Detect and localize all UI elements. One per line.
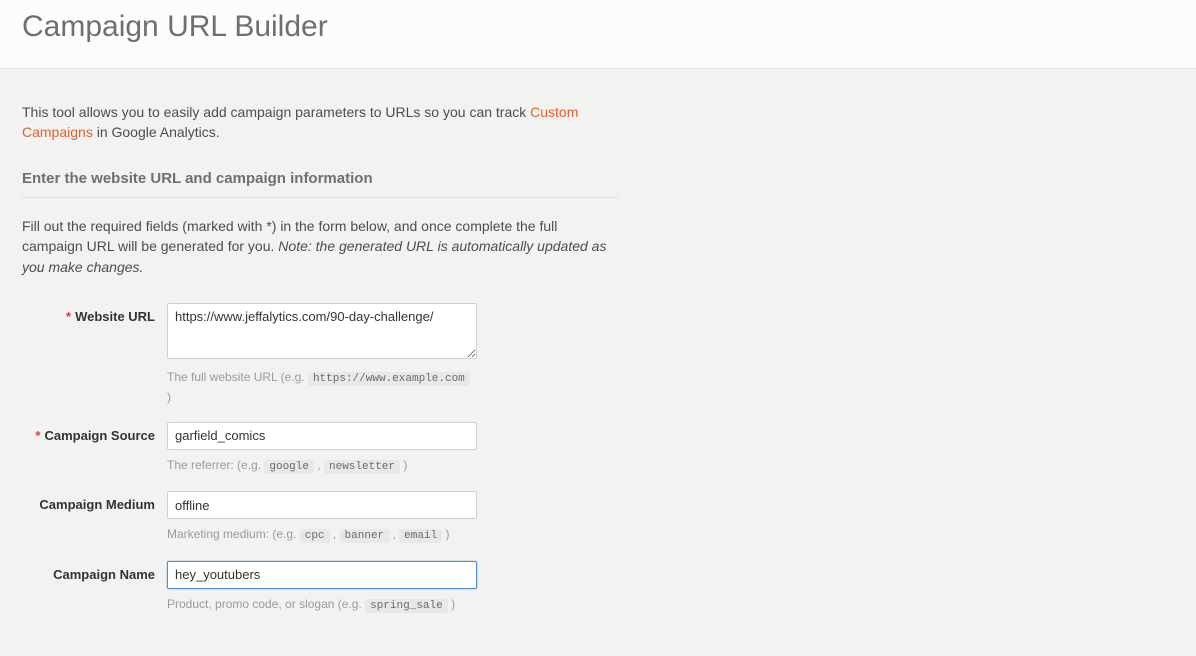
hint-campaign-source: The referrer: (e.g. google , newsletter … [167, 456, 477, 476]
website-url-input[interactable] [167, 303, 477, 359]
field-campaign-name: Product, promo code, or slogan (e.g. spr… [167, 561, 477, 615]
intro-prefix: This tool allows you to easily add campa… [22, 104, 530, 120]
intro-text: This tool allows you to easily add campa… [22, 103, 618, 142]
field-website-url: The full website URL (e.g. https://www.e… [167, 303, 477, 406]
campaign-medium-input[interactable] [167, 491, 477, 519]
label-text: Campaign Medium [39, 497, 155, 512]
header: Campaign URL Builder [0, 0, 1196, 69]
field-campaign-source: The referrer: (e.g. google , newsletter … [167, 422, 477, 476]
label-website-url: * Website URL [22, 303, 167, 324]
page-title: Campaign URL Builder [22, 10, 1174, 44]
label-campaign-name: Campaign Name [22, 561, 167, 582]
label-campaign-source: * Campaign Source [22, 422, 167, 443]
label-text: Website URL [75, 309, 155, 324]
row-campaign-medium: Campaign Medium Marketing medium: (e.g. … [22, 491, 618, 545]
label-text: Campaign Name [53, 567, 155, 582]
label-text: Campaign Source [44, 428, 155, 443]
field-campaign-medium: Marketing medium: (e.g. cpc , banner , e… [167, 491, 477, 545]
hint-campaign-name: Product, promo code, or slogan (e.g. spr… [167, 595, 477, 615]
row-campaign-name: Campaign Name Product, promo code, or sl… [22, 561, 618, 615]
instructions: Fill out the required fields (marked wit… [22, 216, 618, 277]
label-campaign-medium: Campaign Medium [22, 491, 167, 512]
content: This tool allows you to easily add campa… [0, 69, 640, 656]
hint-campaign-medium: Marketing medium: (e.g. cpc , banner , e… [167, 525, 477, 545]
required-mark: * [66, 309, 71, 324]
hint-website-url: The full website URL (e.g. https://www.e… [167, 368, 477, 406]
campaign-source-input[interactable] [167, 422, 477, 450]
campaign-name-input[interactable] [167, 561, 477, 589]
row-campaign-source: * Campaign Source The referrer: (e.g. goo… [22, 422, 618, 476]
row-website-url: * Website URL The full website URL (e.g. … [22, 303, 618, 406]
required-mark: * [35, 428, 40, 443]
intro-suffix: in Google Analytics. [93, 124, 220, 140]
section-title: Enter the website URL and campaign infor… [22, 170, 618, 198]
